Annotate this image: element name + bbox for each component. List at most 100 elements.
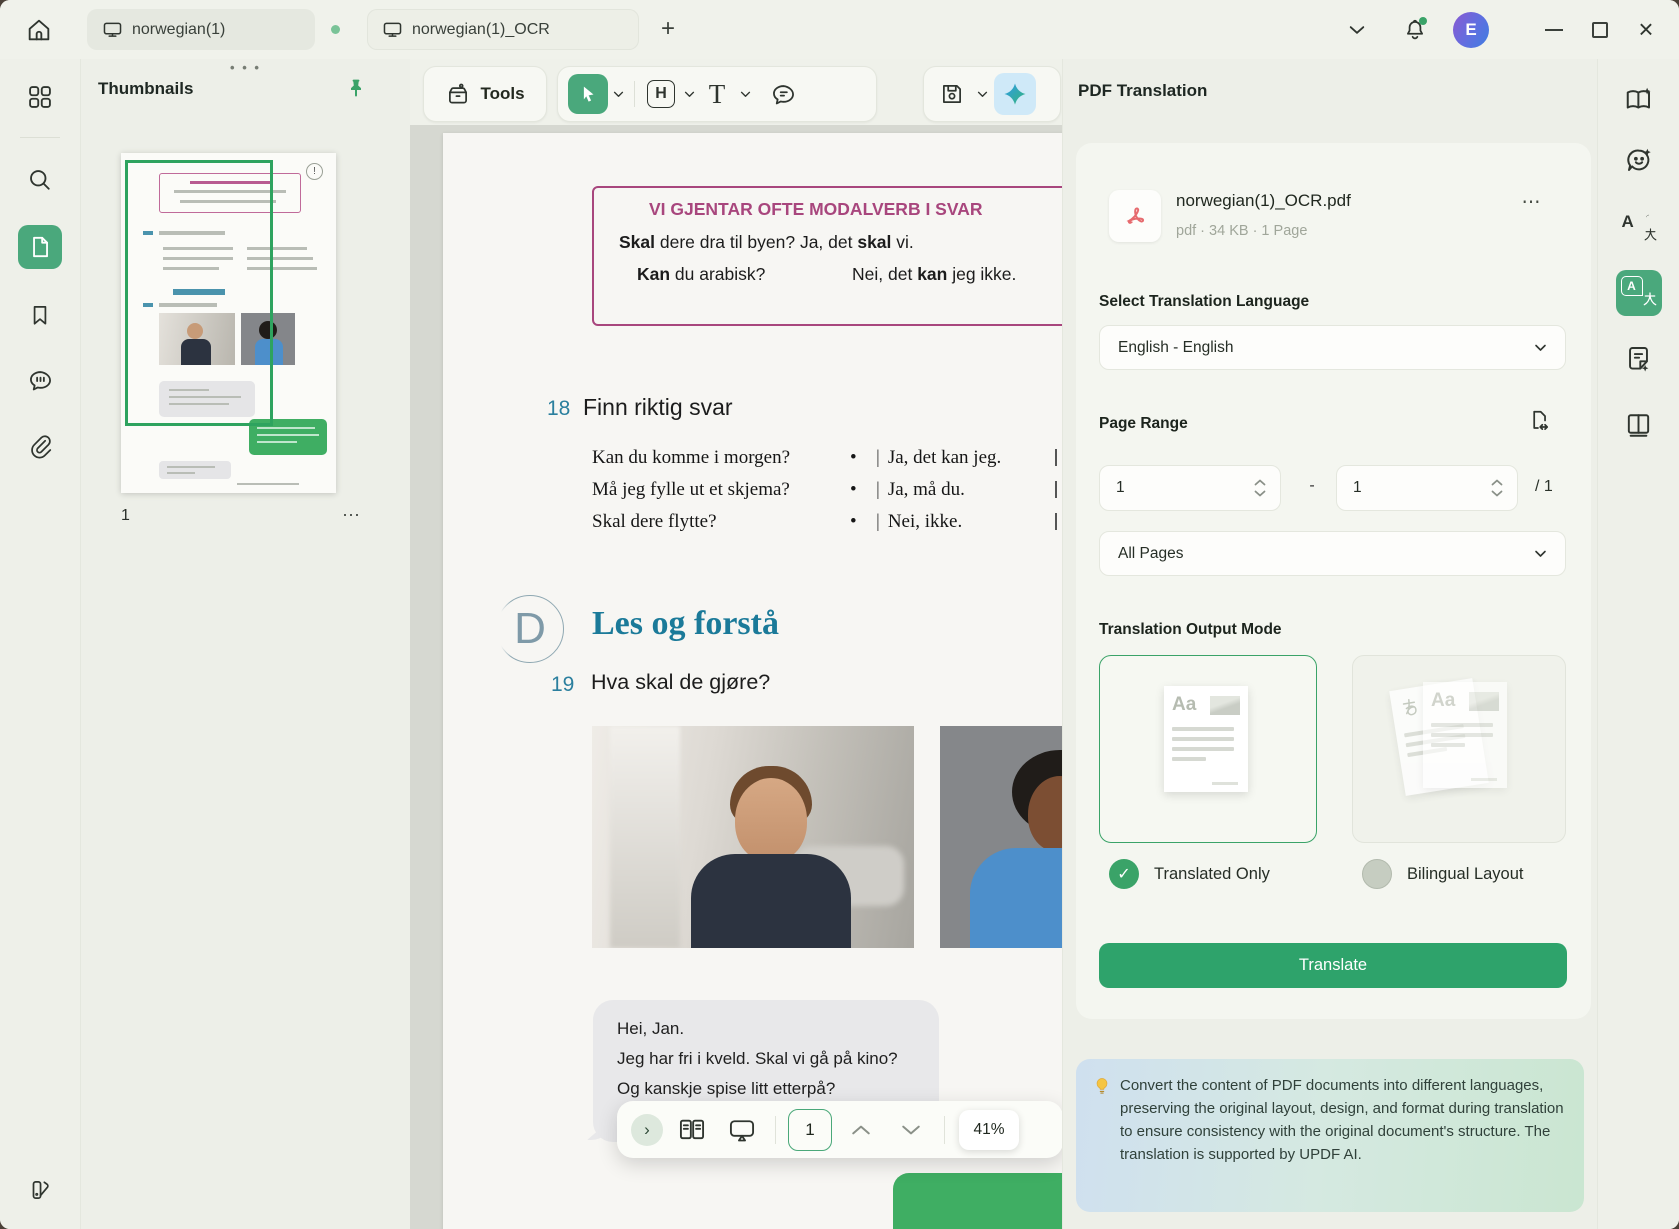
reader-mode-button[interactable] [671,1109,713,1151]
left-sidebar [0,59,80,1229]
stepper-controls[interactable] [1491,479,1503,497]
tip-box: Convert the content of PDF documents int… [1076,1059,1584,1212]
page-thumbnail[interactable]: ! [121,153,336,493]
chevron-down-icon [1534,344,1547,352]
book-layout-icon [1624,411,1653,440]
note-sparkle-icon [1624,345,1653,374]
mode-card-translated-only[interactable]: Aa [1099,655,1317,843]
viewer-toolbar: › 1 41% [617,1101,1062,1158]
select-tool-button[interactable] [568,74,608,114]
pin-icon [344,77,368,101]
language-value: English - English [1118,339,1534,357]
save-dropdown[interactable] [974,74,990,114]
tab-norwegian-1[interactable]: norwegian(1) [87,9,315,50]
sidebar-item-swatches[interactable] [18,1168,62,1212]
main-area: • • • Thumbnails ! [0,59,1679,1229]
chevron-down-icon [684,91,695,98]
sidebar-item-ai-summary[interactable] [1616,336,1662,382]
stepper-controls[interactable] [1254,479,1266,497]
notifications-button[interactable] [1395,10,1435,50]
tip-text: Convert the content of PDF documents int… [1120,1074,1566,1166]
sidebar-item-thumbnails[interactable] [18,225,62,269]
sidebar-item-ai-assistant[interactable] [1616,137,1662,183]
document-area: Tools H T [410,59,1062,1229]
save-icon [939,81,965,107]
window-menu-button[interactable] [1337,10,1377,50]
comment-tool-button[interactable] [765,74,801,114]
select-tool-dropdown[interactable] [610,74,626,114]
radio-translated-only[interactable]: ✓ Translated Only [1109,859,1270,889]
presentation-button[interactable] [721,1109,763,1151]
radio-bilingual-layout[interactable]: Bilingual Layout [1362,859,1524,889]
exercise-title: Hva skal de gjøre? [591,670,770,695]
sidebar-item-search[interactable] [18,158,62,202]
output-mode-label: Translation Output Mode [1099,621,1282,639]
sidebar-item-attachments[interactable] [18,424,62,468]
pdf-page: VI GJENTAR OFTE MODALVERB I SVAR Skal de… [443,133,1062,1229]
translate-button[interactable]: Translate [1099,943,1567,988]
file-more-button[interactable]: ⋯ [1512,191,1552,221]
exercise-number: 19 [551,673,574,697]
photo-man-street [592,726,914,948]
modalverb-line: Nei, det kan jeg ikke. [852,264,1016,285]
thumbnail-footer-line [237,483,299,485]
minimize-button[interactable] [1531,10,1577,50]
chat-line: Og kanskje spise litt etterpå? [617,1074,915,1104]
sidebar-item-grid[interactable] [18,75,62,119]
total-pages-label: / 1 [1535,478,1553,496]
new-tab-button[interactable]: + [653,14,683,44]
page-from-value: 1 [1116,479,1254,497]
thumbnail-viewport-rect[interactable] [125,160,273,426]
file-meta: pdf · 34 KB · 1 Page [1176,223,1307,239]
range-separator: - [1302,477,1322,495]
modalverb-box-title: VI GJENTAR OFTE MODALVERB I SVAR [649,199,983,220]
sidebar-item-page-layout[interactable] [1616,402,1662,448]
maximize-button[interactable] [1577,10,1623,50]
page-number-input[interactable]: 1 [788,1109,832,1151]
tab-norwegian-1-ocr[interactable]: norwegian(1)_OCR [367,9,639,50]
close-button[interactable]: × [1623,10,1669,50]
sidebar-item-comments[interactable] [18,358,62,402]
present-icon [728,1117,756,1143]
tools-button[interactable]: Tools [423,66,547,122]
page-to-stepper[interactable]: 1 [1336,465,1518,511]
page-to-value: 1 [1353,479,1491,497]
save-button[interactable] [934,74,970,114]
text-tool-button[interactable]: T [699,74,735,114]
home-button[interactable] [22,13,56,47]
language-select[interactable]: English - English [1099,325,1566,370]
radio-unchecked-icon [1362,859,1392,889]
avatar[interactable]: E [1453,12,1489,48]
chat-line: Jeg har fri i kveld. Skal vi gå på kino? [617,1044,915,1074]
expand-toolbar-button[interactable]: › [631,1114,663,1146]
thumbnail-footer: 1 ⋯ [121,505,361,526]
heading-tool-dropdown[interactable] [681,74,697,114]
page-scope-select[interactable]: All Pages [1099,531,1566,576]
heading-tool-button[interactable]: H [643,74,679,114]
search-icon [26,166,54,194]
mode-card-bilingual[interactable]: Aa [1352,655,1566,843]
page-from-stepper[interactable]: 1 [1099,465,1281,511]
thumbnail-more-button[interactable]: ⋯ [342,505,361,526]
translation-card: norwegian(1)_OCR.pdf pdf · 34 KB · 1 Pag… [1076,143,1591,1019]
sidebar-item-pdf-translation[interactable]: A [1616,270,1662,316]
pdf-file-icon [1109,190,1161,242]
thumbnail-note-badge: ! [306,163,323,180]
sidebar-item-ai-reader[interactable] [1616,77,1662,123]
sidebar-divider [20,137,60,138]
pin-panel-button[interactable] [340,73,372,105]
chevron-down-icon [613,91,624,98]
page-range-settings-button[interactable] [1522,405,1554,437]
sidebar-item-bookmarks[interactable] [18,293,62,337]
next-page-button[interactable] [890,1109,932,1151]
text-tool-dropdown[interactable] [737,74,753,114]
previous-page-button[interactable] [840,1109,882,1151]
sidebar-item-translate-text[interactable]: A [1616,205,1662,251]
section-badge: D [496,595,564,663]
zoom-level[interactable]: 41% [959,1110,1019,1150]
ai-assistant-button[interactable] [994,73,1036,115]
page-range-icon [1525,408,1551,434]
language-section-label: Select Translation Language [1099,293,1309,311]
chevron-down-icon [1491,490,1503,497]
annotation-toolbar: H T [557,66,877,122]
